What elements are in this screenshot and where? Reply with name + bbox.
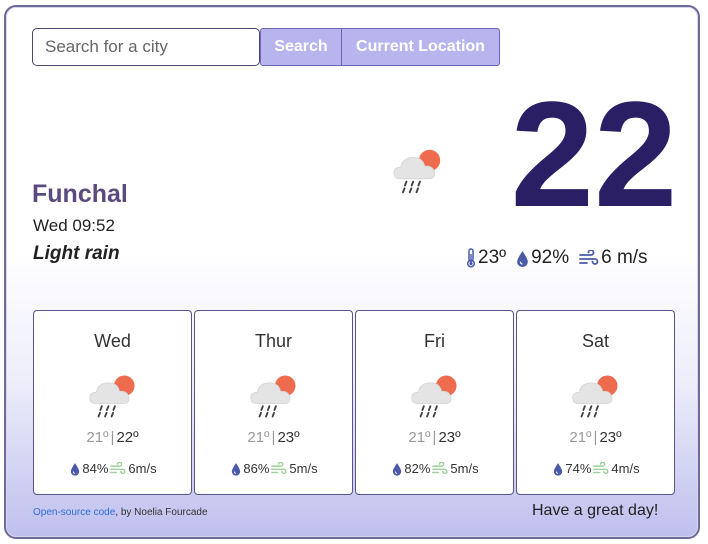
forecast-day-card: Fri 21º | 23º 82% 5m/s bbox=[355, 310, 514, 495]
forecast-day-name: Thur bbox=[254, 331, 292, 351]
current-temperature: 22 bbox=[510, 70, 678, 238]
forecast-meta: 86% 5m/s bbox=[195, 461, 352, 476]
rain-cloud-sun-icon bbox=[390, 144, 448, 198]
forecast-day-card: Thur 21º | 23º 86% 5m/s bbox=[194, 310, 353, 495]
city-search-input[interactable] bbox=[32, 28, 260, 66]
wind: 6 m/s bbox=[579, 247, 648, 269]
forecast-humidity: 74% bbox=[565, 461, 592, 476]
wind-value: 6 m/s bbox=[601, 247, 648, 268]
forecast-day-name: Sat bbox=[581, 331, 610, 351]
wind-icon bbox=[432, 462, 448, 475]
weather-description: Light rain bbox=[33, 243, 120, 264]
forecast-max-temp: 23º bbox=[599, 429, 622, 446]
thermometer-icon bbox=[466, 248, 476, 268]
forecast-meta: 82% 5m/s bbox=[356, 461, 513, 476]
forecast-wind: 4m/s bbox=[611, 461, 640, 476]
wind-icon bbox=[593, 462, 609, 475]
forecast-humidity: 86% bbox=[243, 461, 270, 476]
forecast-temps: 21º | 23º bbox=[517, 429, 674, 446]
wind-icon bbox=[579, 250, 599, 266]
forecast-humidity: 82% bbox=[404, 461, 431, 476]
search-button[interactable]: Search bbox=[260, 28, 342, 66]
footer-credits: Open-source code, by Noelia Fourcade bbox=[33, 507, 208, 518]
forecast-day-card: Sat 21º | 23º 74% 4m/s bbox=[516, 310, 675, 495]
author-credit: , by Noelia Fourcade bbox=[115, 507, 208, 518]
forecast-max-temp: 23º bbox=[438, 429, 461, 446]
forecast-wind: 5m/s bbox=[450, 461, 479, 476]
humidity-value: 92% bbox=[531, 247, 570, 268]
humidity-drop-icon bbox=[231, 462, 241, 476]
forecast-min-temp: 21º bbox=[569, 429, 592, 446]
forecast-min-temp: 21º bbox=[86, 429, 109, 446]
rain-cloud-sun-icon bbox=[408, 369, 464, 423]
humidity-drop-icon bbox=[553, 462, 563, 476]
forecast-wind: 5m/s bbox=[289, 461, 318, 476]
forecast-max-temp: 23º bbox=[277, 429, 300, 446]
current-stats: 23º 92% 6 m/s bbox=[466, 246, 656, 270]
city-name: Funchal bbox=[32, 180, 128, 208]
wind-icon bbox=[271, 462, 287, 475]
rain-cloud-sun-icon bbox=[247, 369, 303, 423]
humidity-drop-icon bbox=[516, 250, 529, 267]
current-datetime: Wed 09:52 bbox=[33, 216, 115, 235]
forecast-wind: 6m/s bbox=[128, 461, 157, 476]
humidity-drop-icon bbox=[70, 462, 80, 476]
forecast-min-temp: 21º bbox=[408, 429, 431, 446]
humidity: 92% bbox=[516, 247, 569, 269]
feels-like: 23º bbox=[466, 247, 506, 269]
rain-cloud-sun-icon bbox=[86, 369, 142, 423]
forecast-humidity: 84% bbox=[82, 461, 109, 476]
forecast-temps: 21º | 23º bbox=[195, 429, 352, 446]
forecast-meta: 84% 6m/s bbox=[34, 461, 191, 476]
current-location-button[interactable]: Current Location bbox=[341, 28, 500, 66]
temp-separator: | bbox=[432, 429, 437, 446]
rain-cloud-sun-icon bbox=[569, 369, 625, 423]
temp-separator: | bbox=[110, 429, 115, 446]
source-code-link[interactable]: Open-source code bbox=[33, 507, 115, 518]
forecast-day-name: Fri bbox=[424, 331, 445, 351]
forecast-max-temp: 22º bbox=[116, 429, 139, 446]
forecast-day-name: Wed bbox=[94, 331, 131, 351]
humidity-drop-icon bbox=[392, 462, 402, 476]
temp-separator: | bbox=[593, 429, 598, 446]
forecast-meta: 74% 4m/s bbox=[517, 461, 674, 476]
temp-separator: | bbox=[271, 429, 276, 446]
greeting-text: Have a great day! bbox=[532, 502, 659, 519]
forecast-min-temp: 21º bbox=[247, 429, 270, 446]
forecast-day-card: Wed 21º | 22º 84% 6m/s bbox=[33, 310, 192, 495]
forecast-temps: 21º | 22º bbox=[34, 429, 191, 446]
wind-icon bbox=[110, 462, 126, 475]
feels-like-value: 23º bbox=[478, 247, 507, 268]
forecast-temps: 21º | 23º bbox=[356, 429, 513, 446]
